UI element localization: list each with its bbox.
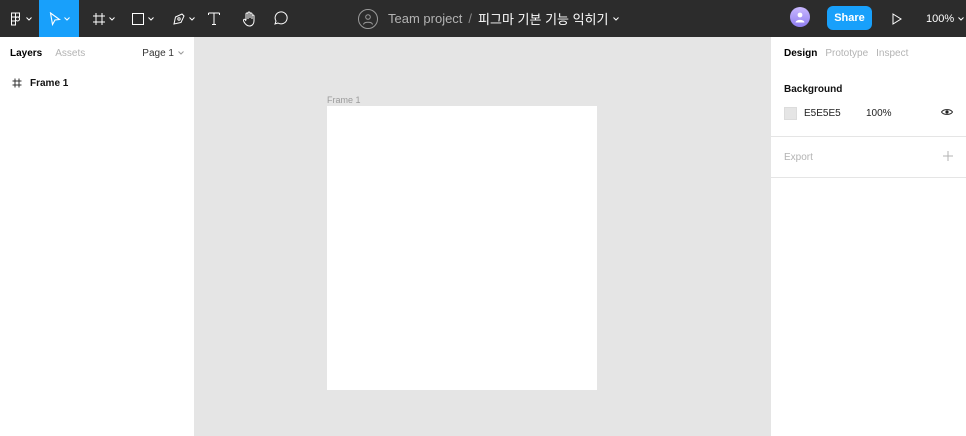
opacity-input[interactable]: 100% bbox=[866, 108, 926, 119]
shape-tool-button[interactable] bbox=[125, 0, 159, 37]
export-title: Export bbox=[784, 151, 813, 163]
comment-tool-icon bbox=[273, 11, 288, 25]
tab-assets[interactable]: Assets bbox=[55, 48, 85, 59]
chevron-down-icon bbox=[178, 51, 184, 55]
user-icon bbox=[363, 13, 373, 25]
file-name[interactable]: 피그마 기본 기능 익히기 bbox=[478, 9, 608, 28]
frame-icon bbox=[12, 78, 22, 88]
frame-tool-button[interactable] bbox=[86, 0, 120, 37]
hand-tool-icon bbox=[242, 11, 254, 27]
frame-label[interactable]: Frame 1 bbox=[327, 95, 361, 105]
chevron-down-icon bbox=[958, 16, 964, 21]
file-title: Team project / 피그마 기본 기능 익히기 bbox=[358, 0, 620, 37]
pen-tool-icon bbox=[172, 12, 185, 25]
hex-input[interactable]: E5E5E5 bbox=[804, 108, 866, 119]
chevron-down-icon[interactable] bbox=[613, 16, 620, 21]
tab-design[interactable]: Design bbox=[784, 48, 817, 59]
move-tool-icon bbox=[49, 11, 61, 26]
text-tool-icon bbox=[208, 12, 220, 25]
export-section: Export bbox=[771, 137, 966, 178]
background-title: Background bbox=[784, 84, 843, 95]
left-panel: Layers Assets Page 1 Frame 1 bbox=[0, 37, 195, 436]
chevron-down-icon bbox=[25, 16, 32, 21]
visibility-toggle[interactable] bbox=[940, 108, 954, 119]
team-name[interactable]: Team project bbox=[388, 11, 462, 26]
add-export-button[interactable] bbox=[943, 148, 953, 166]
team-avatar[interactable] bbox=[358, 8, 378, 29]
user-icon bbox=[795, 12, 805, 23]
shape-tool-icon bbox=[131, 12, 144, 25]
move-tool-button[interactable] bbox=[39, 0, 79, 37]
main-menu-button[interactable] bbox=[4, 0, 36, 37]
figma-menu-icon bbox=[10, 12, 20, 25]
layer-item[interactable]: Frame 1 bbox=[0, 69, 194, 97]
zoom-menu[interactable]: 100% bbox=[926, 0, 964, 37]
hand-tool-button[interactable] bbox=[239, 0, 259, 37]
page-selector[interactable]: Page 1 bbox=[142, 48, 184, 59]
title-separator: / bbox=[468, 11, 473, 26]
present-button[interactable] bbox=[887, 0, 907, 37]
canvas-frame[interactable] bbox=[327, 106, 597, 390]
page-label: Page 1 bbox=[142, 47, 174, 59]
tab-inspect[interactable]: Inspect bbox=[876, 48, 908, 59]
eye-icon bbox=[940, 109, 954, 115]
frame-tool-icon bbox=[92, 12, 105, 25]
layer-name: Frame 1 bbox=[30, 77, 69, 89]
right-panel: Design Prototype Inspect Background E5E5… bbox=[770, 37, 966, 436]
share-button[interactable]: Share bbox=[827, 6, 872, 30]
chevron-down-icon bbox=[188, 16, 195, 21]
tab-layers[interactable]: Layers bbox=[10, 48, 42, 59]
chevron-down-icon bbox=[63, 16, 70, 21]
background-fill-row: E5E5E5 100% bbox=[784, 107, 954, 120]
background-section: Background E5E5E5 100% bbox=[771, 70, 966, 137]
pen-tool-button[interactable] bbox=[166, 0, 200, 37]
comment-tool-button[interactable] bbox=[270, 0, 290, 37]
toolbar: Team project / 피그마 기본 기능 익히기 Share 100% bbox=[0, 0, 966, 37]
play-icon bbox=[892, 12, 902, 25]
text-tool-button[interactable] bbox=[204, 0, 224, 37]
color-swatch[interactable] bbox=[784, 107, 797, 120]
zoom-level: 100% bbox=[926, 12, 955, 25]
chevron-down-icon bbox=[108, 16, 115, 21]
left-panel-tabs: Layers Assets Page 1 bbox=[0, 37, 194, 69]
right-panel-tabs: Design Prototype Inspect bbox=[771, 37, 966, 70]
plus-icon bbox=[943, 151, 953, 161]
chevron-down-icon bbox=[147, 16, 154, 21]
user-avatar[interactable] bbox=[790, 7, 810, 27]
tab-prototype[interactable]: Prototype bbox=[825, 48, 868, 59]
